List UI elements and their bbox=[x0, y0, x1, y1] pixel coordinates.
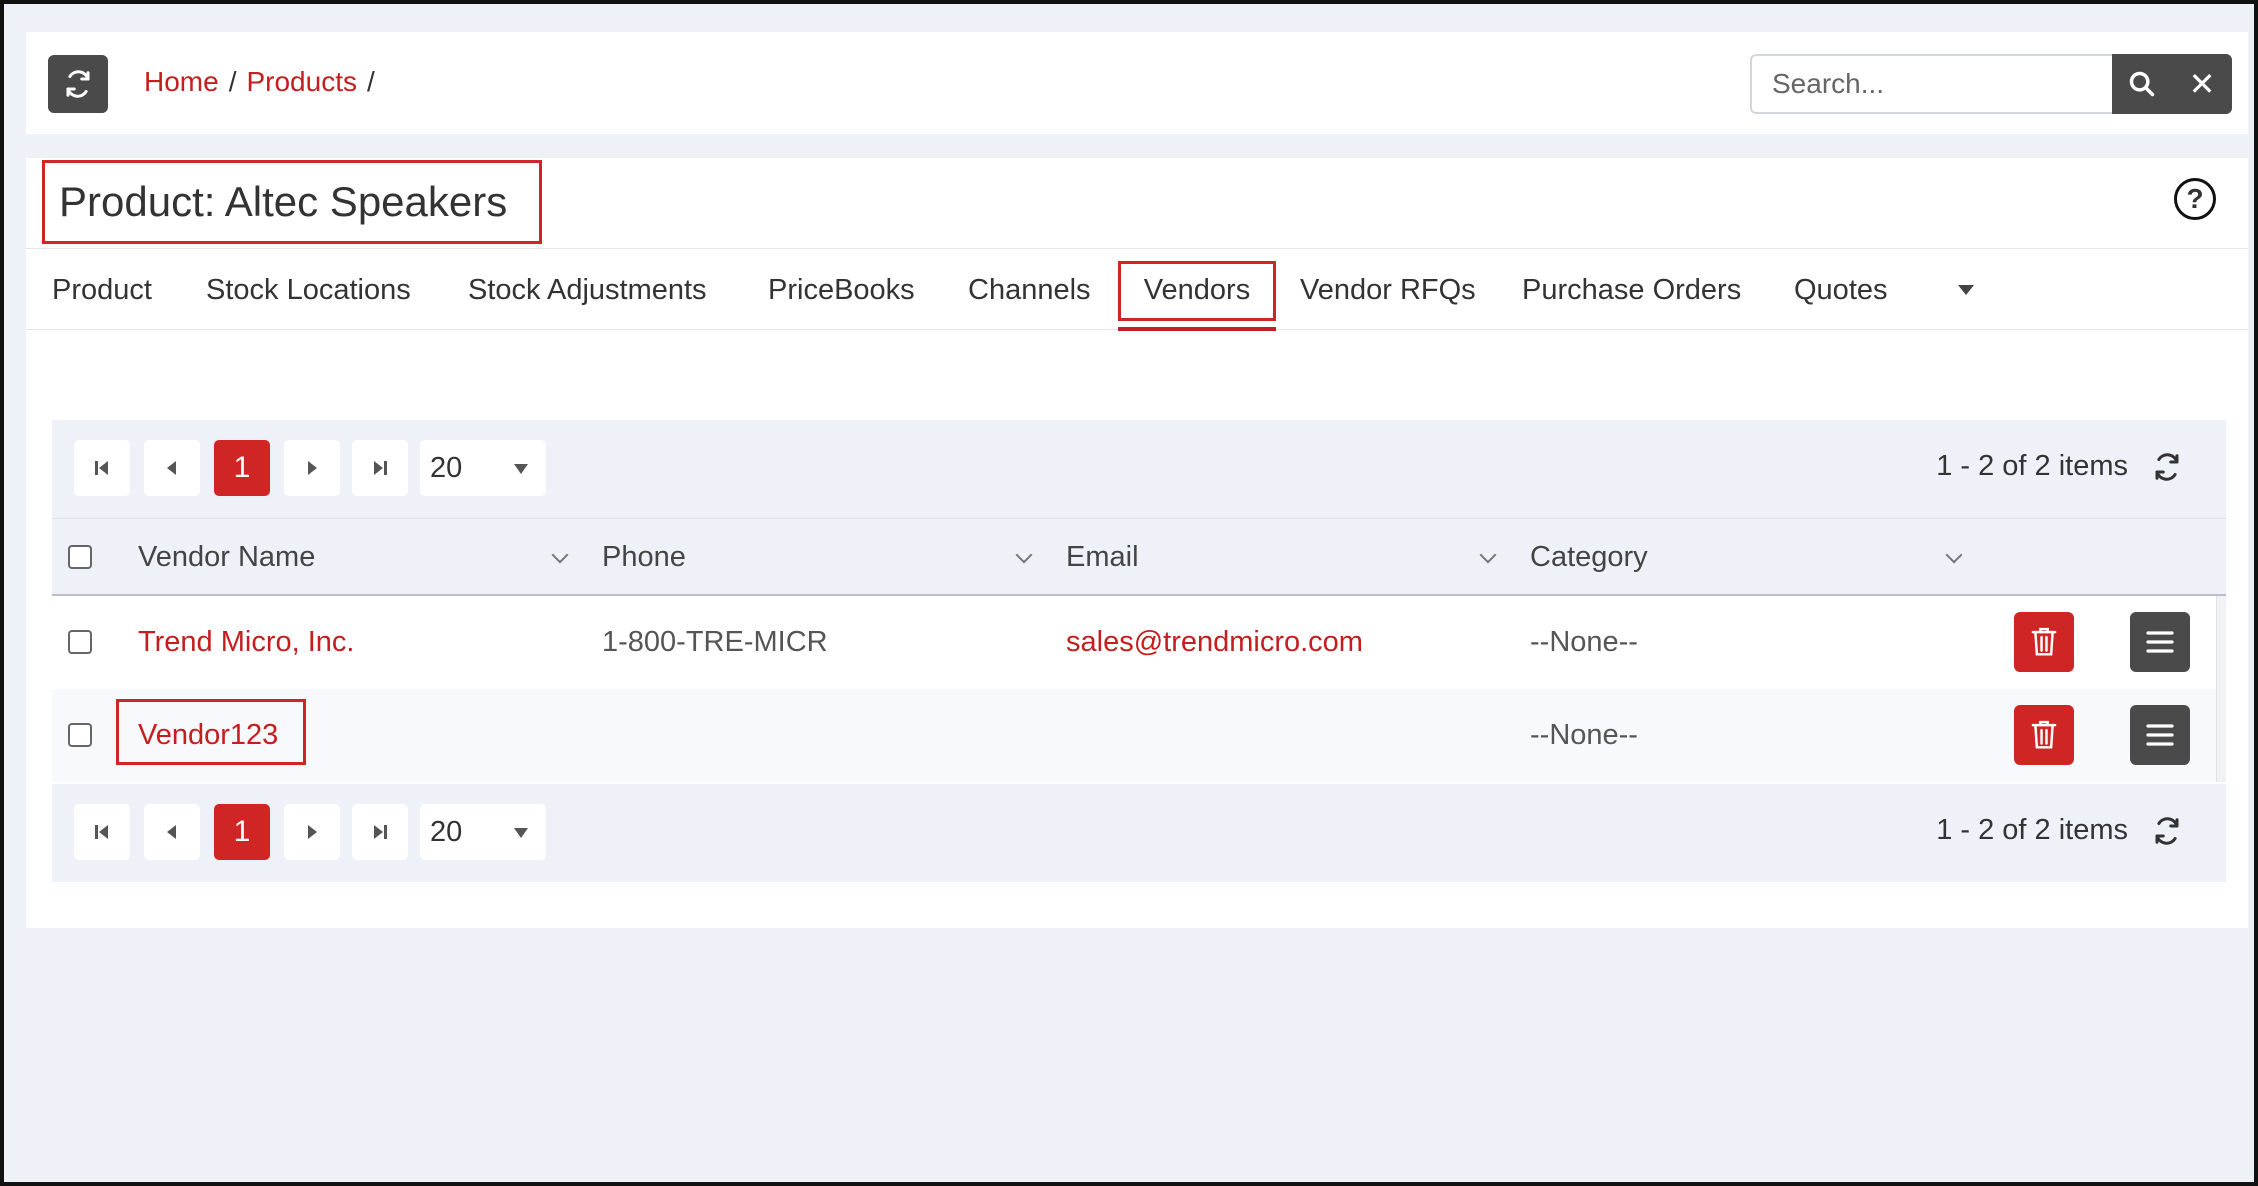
more-tabs-dropdown-icon[interactable] bbox=[1958, 285, 1974, 295]
vendor-name-link[interactable]: Trend Micro, Inc. bbox=[138, 596, 354, 689]
tab-stock-adjustments[interactable]: Stock Adjustments bbox=[468, 249, 707, 331]
delete-button[interactable] bbox=[2014, 705, 2074, 765]
tab-vendor-rfqs[interactable]: Vendor RFQs bbox=[1300, 249, 1476, 331]
app-frame: Home / Products / ✕ Product: Altec Speak… bbox=[0, 0, 2258, 1186]
row-menu-button[interactable] bbox=[2130, 612, 2190, 672]
hamburger-menu-icon bbox=[2146, 724, 2174, 746]
tab-quotes[interactable]: Quotes bbox=[1794, 249, 1888, 331]
tab-channels[interactable]: Channels bbox=[968, 249, 1091, 331]
first-page-button[interactable] bbox=[74, 440, 130, 496]
hamburger-menu-icon bbox=[2146, 631, 2174, 653]
tab-pricebooks[interactable]: PriceBooks bbox=[768, 249, 915, 331]
last-page-icon bbox=[374, 825, 387, 839]
grid-scrollbar[interactable] bbox=[2216, 596, 2226, 782]
next-page-icon bbox=[308, 461, 317, 475]
first-page-button[interactable] bbox=[74, 804, 130, 860]
tab-purchase-orders[interactable]: Purchase Orders bbox=[1522, 249, 1741, 331]
select-all-checkbox[interactable] bbox=[68, 545, 92, 569]
pager-info: 1 - 2 of 2 items bbox=[1936, 814, 2128, 846]
page-title-highlight: Product: Altec Speakers bbox=[42, 160, 542, 244]
prev-page-icon bbox=[167, 461, 176, 475]
page-size-select[interactable]: 20 bbox=[420, 804, 546, 860]
row-checkbox[interactable] bbox=[68, 630, 92, 654]
pager-bottom: 1 20 1 - 2 of 2 items bbox=[52, 784, 2226, 882]
search-button[interactable] bbox=[2112, 54, 2172, 114]
prev-page-button[interactable] bbox=[144, 804, 200, 860]
vendors-grid: 1 20 1 - 2 of 2 items Vendor Name Phone … bbox=[52, 420, 2226, 884]
refresh-icon bbox=[2155, 817, 2179, 845]
page-size-select[interactable]: 20 bbox=[420, 440, 546, 496]
chevron-down-icon bbox=[514, 828, 528, 838]
vendor-phone: 1-800-TRE-MICR bbox=[602, 626, 828, 658]
top-bar: Home / Products / ✕ bbox=[26, 32, 2248, 134]
pager-info: 1 - 2 of 2 items bbox=[1936, 450, 2128, 482]
grid-refresh-button[interactable] bbox=[2152, 452, 2182, 487]
breadcrumb-products[interactable]: Products bbox=[246, 66, 357, 98]
help-label: ? bbox=[2186, 183, 2204, 214]
first-page-icon bbox=[95, 461, 108, 475]
column-header-phone[interactable]: Phone bbox=[602, 519, 686, 595]
table-row: Vendor123 --None-- bbox=[52, 689, 2216, 782]
chevron-down-icon[interactable] bbox=[1945, 546, 1963, 564]
delete-button[interactable] bbox=[2014, 612, 2074, 672]
search-input[interactable] bbox=[1750, 54, 2112, 114]
table-row: Trend Micro, Inc. 1-800-TRE-MICR sales@t… bbox=[52, 596, 2216, 689]
tab-stock-locations[interactable]: Stock Locations bbox=[206, 249, 411, 331]
next-page-button[interactable] bbox=[284, 804, 340, 860]
last-page-icon bbox=[374, 461, 387, 475]
help-icon[interactable]: ? bbox=[2174, 178, 2216, 220]
breadcrumb-separator: / bbox=[366, 66, 375, 97]
page-title: Product: Altec Speakers bbox=[59, 178, 508, 225]
clear-search-button[interactable]: ✕ bbox=[2172, 54, 2232, 114]
chevron-down-icon bbox=[514, 464, 528, 474]
tab-bar: Product Stock Locations Stock Adjustment… bbox=[26, 248, 2248, 331]
refresh-icon bbox=[66, 70, 90, 98]
page-number-button[interactable]: 1 bbox=[214, 804, 270, 860]
breadcrumb-home[interactable]: Home bbox=[144, 66, 219, 98]
chevron-down-icon[interactable] bbox=[551, 546, 569, 564]
page-size-value: 20 bbox=[430, 451, 463, 484]
refresh-icon bbox=[2155, 453, 2179, 481]
column-header-category[interactable]: Category bbox=[1530, 519, 1648, 595]
prev-page-button[interactable] bbox=[144, 440, 200, 496]
last-page-button[interactable] bbox=[352, 804, 408, 860]
trash-icon bbox=[2031, 720, 2057, 749]
grid-refresh-button[interactable] bbox=[2152, 816, 2182, 851]
first-page-icon bbox=[95, 825, 108, 839]
refresh-button[interactable] bbox=[48, 55, 108, 113]
breadcrumb: Home / Products / bbox=[144, 66, 375, 98]
next-page-icon bbox=[308, 825, 317, 839]
column-header-email[interactable]: Email bbox=[1066, 519, 1139, 595]
tab-product[interactable]: Product bbox=[52, 249, 152, 331]
chevron-down-icon[interactable] bbox=[1479, 546, 1497, 564]
row-menu-button[interactable] bbox=[2130, 705, 2190, 765]
vendor-email-link[interactable]: sales@trendmicro.com bbox=[1066, 596, 1363, 689]
grid-header: Vendor Name Phone Email Category bbox=[52, 518, 2226, 596]
page-size-value: 20 bbox=[430, 815, 463, 848]
vendor-category: --None-- bbox=[1530, 626, 1638, 658]
page-number-button[interactable]: 1 bbox=[214, 440, 270, 496]
search-icon bbox=[2129, 71, 2155, 97]
last-page-button[interactable] bbox=[352, 440, 408, 496]
active-tab-highlight bbox=[1118, 261, 1276, 321]
close-icon: ✕ bbox=[2188, 66, 2216, 102]
next-page-button[interactable] bbox=[284, 440, 340, 496]
row-checkbox[interactable] bbox=[68, 723, 92, 747]
chevron-down-icon[interactable] bbox=[1015, 546, 1033, 564]
pager-top: 1 20 1 - 2 of 2 items bbox=[52, 420, 2226, 518]
vendor-category: --None-- bbox=[1530, 719, 1638, 751]
vendor-name-link[interactable]: Vendor123 bbox=[138, 689, 278, 782]
column-header-vendor-name[interactable]: Vendor Name bbox=[138, 519, 315, 595]
breadcrumb-separator: / bbox=[228, 66, 237, 97]
prev-page-icon bbox=[167, 825, 176, 839]
trash-icon bbox=[2031, 627, 2057, 656]
main-panel: Product: Altec Speakers ? Product Stock … bbox=[26, 158, 2248, 928]
